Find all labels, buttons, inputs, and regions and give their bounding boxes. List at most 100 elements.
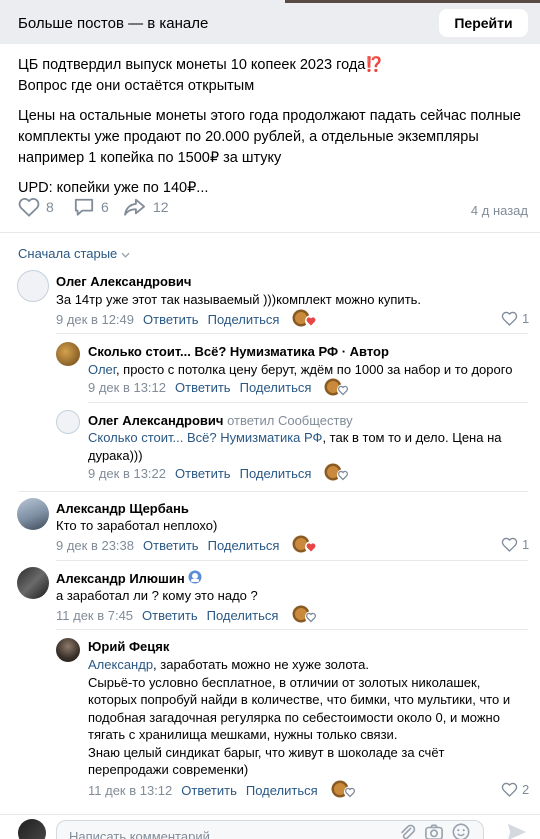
comment-meta: 9 дек в 23:38 Ответить Поделиться xyxy=(56,538,288,553)
reaction-icon[interactable] xyxy=(291,604,319,624)
attach-icon[interactable] xyxy=(398,823,416,839)
comment-date[interactable]: 11 дек в 13:12 xyxy=(88,783,172,798)
mention-link[interactable]: Александр xyxy=(88,657,153,672)
banner-image-strip xyxy=(285,0,540,3)
mention-link[interactable]: Олег xyxy=(88,362,116,377)
go-to-channel-button[interactable]: Перейти xyxy=(439,9,528,37)
comment-like-button[interactable]: 1 xyxy=(501,537,529,552)
comment-like-count: 2 xyxy=(522,782,530,797)
comment-like-button[interactable]: 2 xyxy=(501,782,529,797)
reply-button[interactable]: Ответить xyxy=(181,783,237,798)
like-count: 8 xyxy=(46,199,54,215)
heart-icon xyxy=(18,197,40,217)
comment-like-count: 1 xyxy=(522,311,530,326)
share-comment-button[interactable]: Поделиться xyxy=(208,312,280,327)
divider xyxy=(56,333,528,334)
like-button[interactable]: 8 xyxy=(18,197,54,217)
comment-text: Сколько стоит... Всё? Нумизматика РФ, та… xyxy=(88,429,518,464)
reaction-icon[interactable] xyxy=(291,534,319,554)
comment-date[interactable]: 9 дек в 13:12 xyxy=(88,380,166,395)
share-comment-button[interactable]: Поделиться xyxy=(208,538,280,553)
share-icon xyxy=(124,198,145,216)
avatar[interactable] xyxy=(17,567,49,599)
comment-input[interactable]: Написать комментарий... xyxy=(56,820,484,839)
comment-author[interactable]: Александр Илюшин xyxy=(56,570,202,586)
comment-composer: Написать комментарий... xyxy=(0,814,540,839)
avatar[interactable] xyxy=(17,498,49,530)
sort-dropdown[interactable]: Сначала старые xyxy=(18,246,130,261)
share-button[interactable]: 12 xyxy=(123,197,169,217)
avatar[interactable] xyxy=(17,270,49,302)
chevron-down-icon xyxy=(121,252,130,258)
reply-button[interactable]: Ответить xyxy=(175,466,231,481)
reply-button[interactable]: Ответить xyxy=(142,608,198,623)
reaction-icon[interactable] xyxy=(323,462,351,482)
comment-text: Александр, заработать можно не хуже золо… xyxy=(88,656,524,779)
post-time: 4 д назад xyxy=(470,203,528,218)
comment-body-rest: Сырьё-то условно бесплатное, в отличии о… xyxy=(88,674,511,778)
camera-icon[interactable] xyxy=(424,823,444,839)
post-line-1: ЦБ подтвердил выпуск монеты 10 копеек 20… xyxy=(18,57,366,73)
divider xyxy=(88,402,528,403)
share-comment-button[interactable]: Поделиться xyxy=(207,608,279,623)
avatar xyxy=(18,819,46,839)
post-text: ЦБ подтвердил выпуск монеты 10 копеек 20… xyxy=(18,55,528,199)
comment-button[interactable]: 6 xyxy=(73,197,109,217)
reply-button[interactable]: Ответить xyxy=(143,538,199,553)
send-icon[interactable] xyxy=(506,822,528,839)
post-line-2: Вопрос где они остаётся открытым xyxy=(18,78,255,94)
comment-meta: 9 дек в 13:22 Ответить Поделиться xyxy=(88,466,320,481)
comment-author[interactable]: Олег Александрович xyxy=(56,274,191,289)
reply-button[interactable]: Ответить xyxy=(175,380,231,395)
mention-link[interactable]: Сколько стоит... Всё? Нумизматика РФ xyxy=(88,430,322,445)
comment-body: , просто с потолка цену берут, ждём по 1… xyxy=(115,362,513,377)
reaction-icon[interactable] xyxy=(291,308,319,328)
comment-date[interactable]: 9 дек в 12:49 xyxy=(56,312,134,327)
share-count: 12 xyxy=(153,199,169,215)
comment-body: , заработать можно не хуже золота. xyxy=(153,657,369,672)
comment-like-button[interactable]: 1 xyxy=(501,311,529,326)
avatar[interactable] xyxy=(56,342,80,366)
exclamation-question-icon: ⁉️ xyxy=(365,57,384,73)
post-paragraph-2: Цены на остальные монеты этого года прод… xyxy=(18,108,521,166)
comment-text: Олег, просто с потолка цену берут, ждём … xyxy=(88,361,528,379)
comment-author[interactable]: Олег Александрович ответил Сообществу xyxy=(88,413,353,428)
share-comment-button[interactable]: Поделиться xyxy=(240,380,312,395)
author-name: Александр Илюшин xyxy=(56,571,185,586)
avatar[interactable] xyxy=(56,410,80,434)
share-comment-button[interactable]: Поделиться xyxy=(240,466,312,481)
comment-date[interactable]: 9 дек в 13:22 xyxy=(88,466,166,481)
comment-meta: 11 дек в 7:45 Ответить Поделиться xyxy=(56,608,287,623)
comment-date[interactable]: 9 дек в 23:38 xyxy=(56,538,134,553)
comment-meta: 9 дек в 13:12 Ответить Поделиться xyxy=(88,380,320,395)
divider xyxy=(18,491,528,492)
reaction-icon[interactable] xyxy=(330,779,358,799)
reply-button[interactable]: Ответить xyxy=(143,312,199,327)
replied-label: ответил Сообществу xyxy=(227,413,353,428)
comment-meta: 9 дек в 12:49 Ответить Поделиться xyxy=(56,312,288,327)
sort-label: Сначала старые xyxy=(18,246,118,261)
comment-author[interactable]: Сколько стоит... Всё? Нумизматика РФ · А… xyxy=(88,344,389,359)
banner-title: Больше постов — в канале xyxy=(18,15,209,32)
comment-like-count: 1 xyxy=(522,537,530,552)
avatar[interactable] xyxy=(56,638,80,662)
comment-author[interactable]: Юрий Фецяк xyxy=(88,639,169,654)
comment-date[interactable]: 11 дек в 7:45 xyxy=(56,608,133,623)
heart-icon xyxy=(501,537,518,552)
comment-author[interactable]: Александр Щербань xyxy=(56,501,189,516)
emoji-icon[interactable] xyxy=(452,823,470,839)
comment-text: Кто то заработал неплохо) xyxy=(56,518,218,533)
comment-count: 6 xyxy=(101,199,109,215)
channel-banner: Больше постов — в канале Перейти xyxy=(0,0,540,44)
badge-icon xyxy=(188,570,202,584)
post-actions: 8 6 12 4 д назад xyxy=(0,197,540,225)
comment-text: За 14тр уже этот так называемый )))компл… xyxy=(56,292,422,307)
author-name: Олег Александрович xyxy=(88,413,224,428)
divider xyxy=(0,232,540,233)
divider xyxy=(56,560,528,561)
post-paragraph-3: UPD: копейки уже по 140₽... xyxy=(18,180,209,196)
share-comment-button[interactable]: Поделиться xyxy=(246,783,318,798)
comment-text: а заработал ли ? кому это надо ? xyxy=(56,588,258,603)
reaction-icon[interactable] xyxy=(323,377,351,397)
comment-meta: 11 дек в 13:12 Ответить Поделиться xyxy=(88,783,327,798)
